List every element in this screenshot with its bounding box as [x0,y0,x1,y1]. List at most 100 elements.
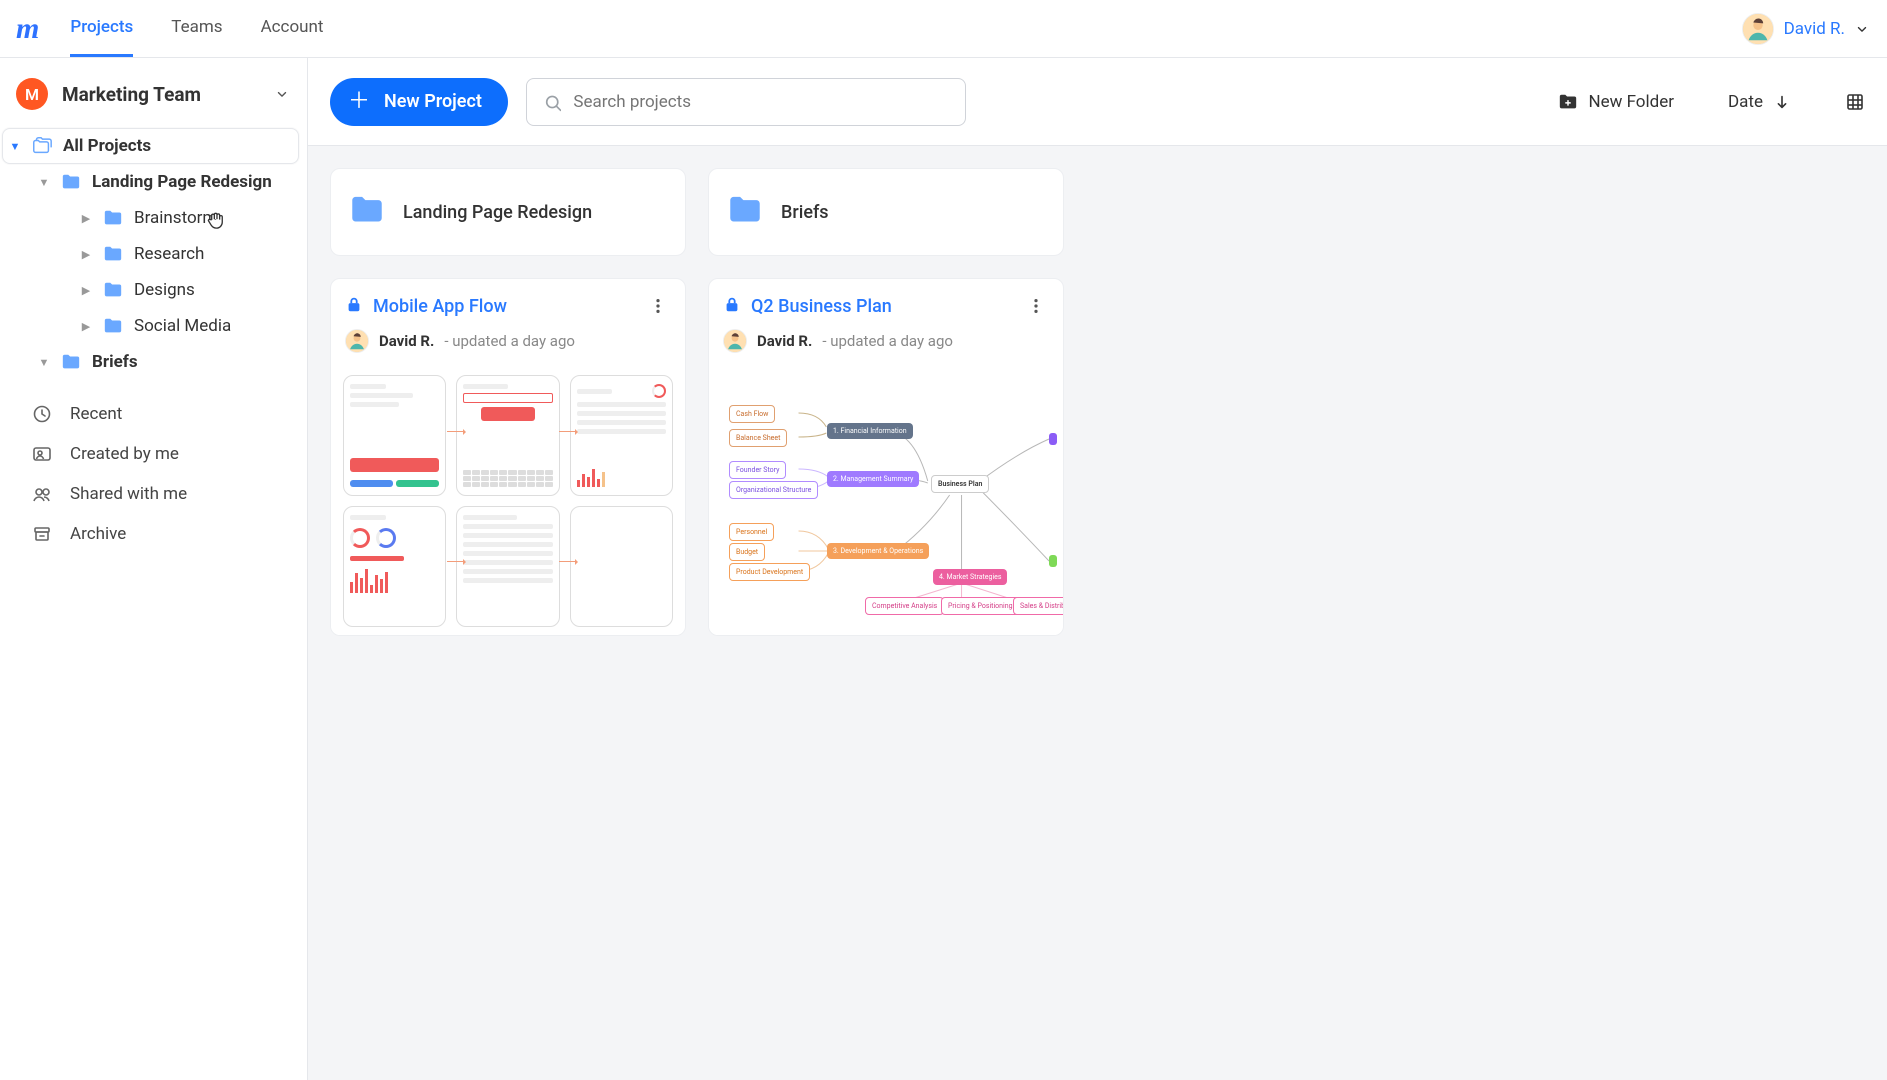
mm-node: 3. Development & Operations [827,543,929,559]
folder-icon [349,192,385,232]
chevron-down-icon [1855,22,1869,36]
tree-toggle-icon[interactable]: ▶ [80,212,92,225]
mm-node: Pricing & Positioning [941,597,1020,615]
filter-label: Recent [70,404,122,424]
filter-created-by-me[interactable]: Created by me [0,434,307,474]
mm-node: Budget [729,543,765,561]
folder-icon [727,192,763,232]
mm-node: 4. Market Strategies [933,569,1007,585]
mm-node: Personnel [729,523,774,541]
tree-toggle-icon[interactable]: ▼ [38,356,50,369]
tree-toggle-icon[interactable]: ▶ [80,320,92,333]
mm-node: Balance Sheet [729,429,787,447]
tree-social-media[interactable]: ▶ Social Media [2,308,299,344]
project-thumbnail: Cash Flow Balance Sheet 1. Financial Inf… [709,367,1063,635]
filter-recent[interactable]: Recent [0,394,307,434]
nav-tab-projects[interactable]: Projects [70,0,133,57]
project-menu-button[interactable] [1023,293,1049,319]
project-card[interactable]: Mobile App Flow David R. - updated a day… [330,278,686,636]
tree-research[interactable]: ▶ Research [2,236,299,272]
folders-icon [31,135,53,157]
filter-label: Shared with me [70,484,187,504]
tree-label: Landing Page Redesign [92,172,272,192]
search-input[interactable] [573,92,949,112]
tree-toggle-icon[interactable]: ▶ [80,284,92,297]
mm-node: Organizational Structure [729,481,818,499]
clock-icon [30,404,54,424]
user-name: David R. [1784,19,1845,39]
nav-tabs: Projects Teams Account [70,0,323,57]
tree-toggle-icon[interactable]: ▶ [80,248,92,261]
app-logo[interactable]: m [16,12,38,46]
grid-icon [1845,92,1865,112]
project-menu-button[interactable] [645,293,671,319]
sort-label: Date [1728,92,1763,112]
project-card[interactable]: Q2 Business Plan David R. - updated a da… [708,278,1064,636]
filter-label: Created by me [70,444,179,464]
search-icon [543,92,562,112]
content-toolbar: ＋ New Project New Folder Date [308,58,1887,146]
lock-icon [723,295,741,317]
tree-label: Brainstorm [134,208,217,228]
mm-node: Product Development [729,563,810,581]
team-name: Marketing Team [62,83,261,106]
tree-label: Social Media [134,316,231,336]
tree-label: Designs [134,280,195,300]
folder-title: Briefs [781,202,829,223]
folder-plus-icon [1558,92,1578,112]
filter-shared-with-me[interactable]: Shared with me [0,474,307,514]
chevron-down-icon [275,87,289,101]
tree-landing-page-redesign[interactable]: ▼ Landing Page Redesign [2,164,299,200]
folder-icon [102,244,124,264]
tree-label: All Projects [63,136,151,156]
tree-briefs[interactable]: ▼ Briefs [2,344,299,380]
nav-tab-account[interactable]: Account [261,0,324,57]
button-label: New Folder [1588,92,1674,112]
mm-node: Competitive Analysis [865,597,944,615]
folder-card[interactable]: Briefs [708,168,1064,256]
owner-avatar-icon [345,329,369,353]
content-area: ＋ New Project New Folder Date [308,58,1887,1080]
mm-node-center: Business Plan [931,475,989,493]
nav-tab-teams[interactable]: Teams [171,0,222,57]
user-menu[interactable]: David R. [1742,13,1875,45]
lock-icon [345,295,363,317]
new-folder-button[interactable]: New Folder [1558,92,1674,112]
folder-icon [102,280,124,300]
project-cards-row: Mobile App Flow David R. - updated a day… [330,278,1865,636]
new-project-button[interactable]: ＋ New Project [330,78,508,126]
folder-card[interactable]: Landing Page Redesign [330,168,686,256]
tree-designs[interactable]: ▶ Designs [2,272,299,308]
archive-icon [30,524,54,544]
project-owner: David R. [379,332,434,350]
tree-toggle-icon[interactable]: ▼ [38,176,50,189]
folder-icon [60,172,82,192]
tree-label: Research [134,244,204,264]
user-avatar-icon [1742,13,1774,45]
sort-button[interactable]: Date [1728,92,1791,112]
folder-icon [60,352,82,372]
sidebar: M Marketing Team ▼ All Projects ▼ Landin… [0,58,308,1080]
search-field[interactable] [526,78,966,126]
mm-dot [1049,433,1057,445]
project-thumbnail [331,367,685,635]
team-switcher[interactable]: M Marketing Team [0,58,307,122]
sidebar-filters: Recent Created by me Shared with me Arch… [0,394,307,554]
button-label: New Project [384,91,482,112]
folder-icon [102,316,124,336]
project-title[interactable]: Mobile App Flow [373,296,635,317]
view-grid-button[interactable] [1845,92,1865,112]
project-updated: - updated a day ago [444,332,575,350]
plus-icon: ＋ [348,91,370,113]
tree-brainstorm[interactable]: ▶ Brainstorm [2,200,299,236]
filter-archive[interactable]: Archive [0,514,307,554]
project-title[interactable]: Q2 Business Plan [751,296,1013,317]
owner-avatar-icon [723,329,747,353]
tree-toggle-icon[interactable]: ▼ [9,140,21,153]
tree-all-projects[interactable]: ▼ All Projects [2,128,299,164]
project-updated: - updated a day ago [822,332,953,350]
mm-node: Sales & Distribution [1013,597,1064,615]
mm-dot [1049,555,1057,567]
project-tree: ▼ All Projects ▼ Landing Page Redesign ▶… [0,122,307,386]
folder-icon [102,208,124,228]
